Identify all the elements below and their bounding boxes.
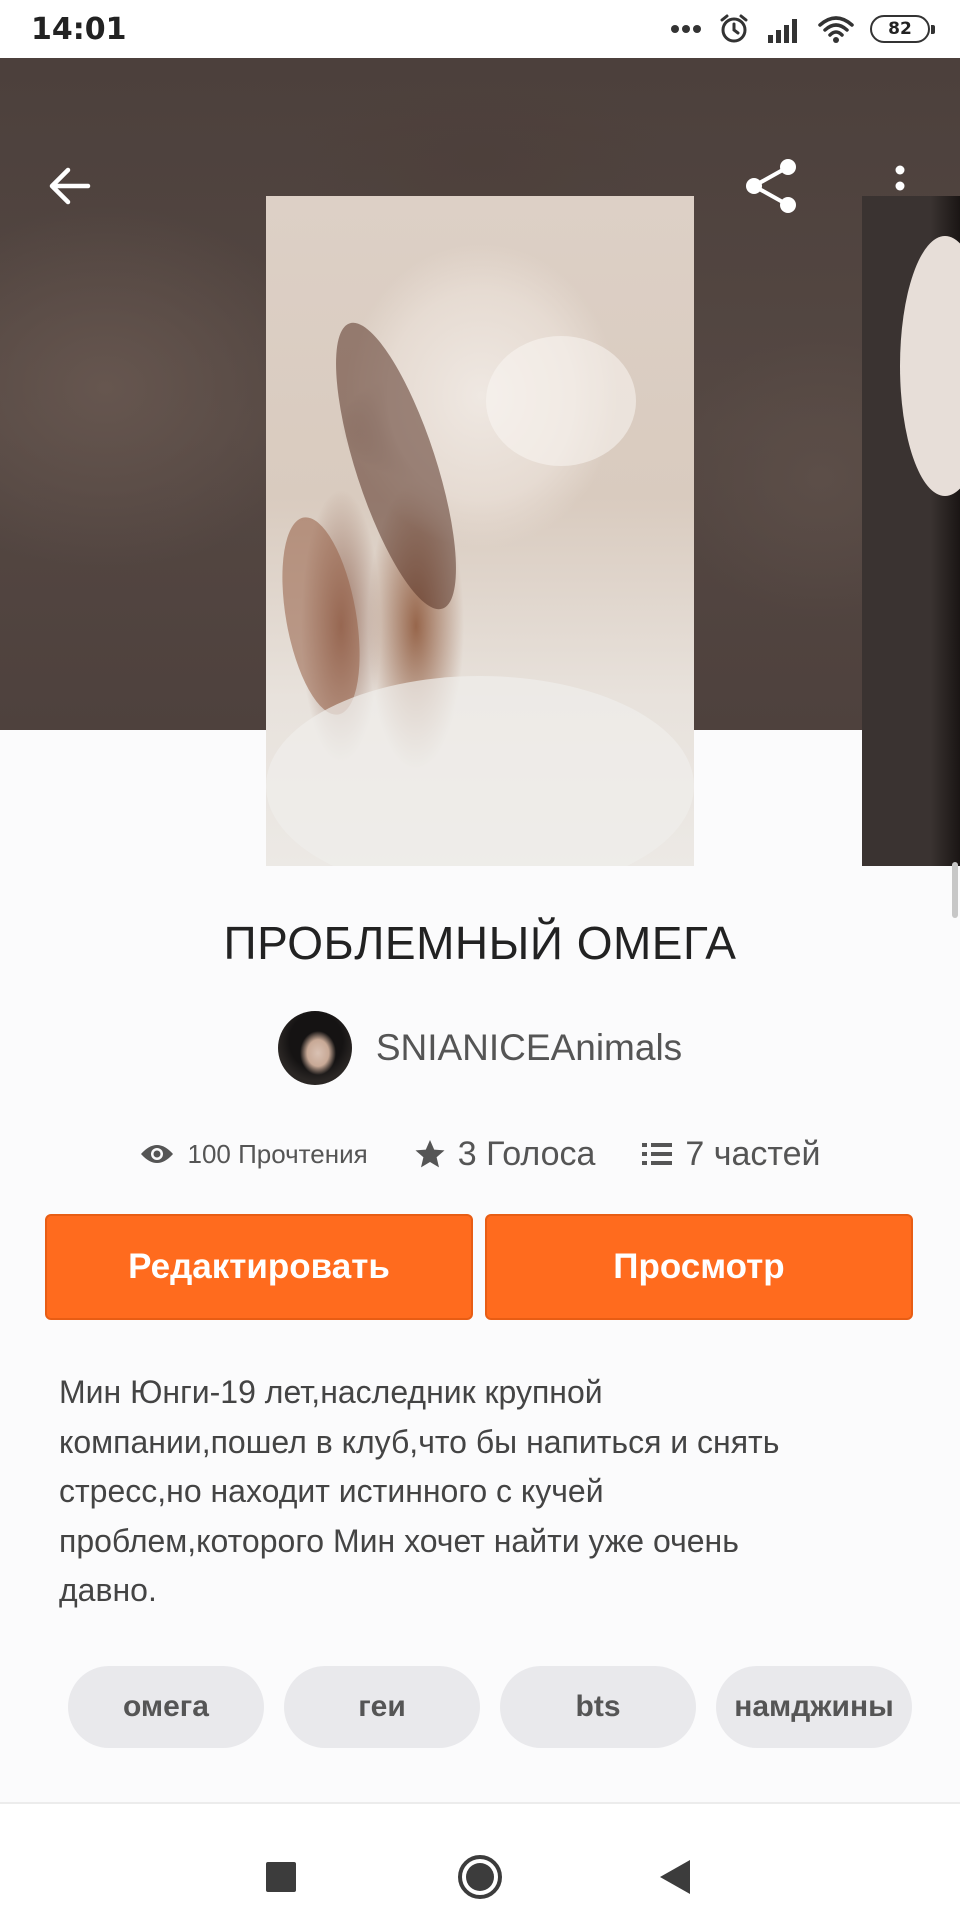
back-button[interactable] [42, 158, 98, 214]
tag-chip[interactable]: геи [284, 1666, 480, 1748]
star-icon [415, 1140, 445, 1168]
recent-apps-icon[interactable] [266, 1862, 296, 1892]
list-icon [642, 1143, 673, 1165]
tag-chip[interactable]: bts [500, 1666, 696, 1748]
cover-streak-left [269, 511, 373, 721]
cover-streak-right [486, 336, 636, 466]
parts-count[interactable]: 7 частей [685, 1135, 820, 1174]
story-stats: 100 Прочтения 3 Голоса 7 частей [0, 1128, 960, 1180]
tags-row: омега геи bts намджины [68, 1666, 920, 1748]
tag-chip[interactable]: омега [68, 1666, 264, 1748]
status-icons: 82 [670, 10, 935, 48]
author-name[interactable]: SNIANICEAnimals [376, 1027, 682, 1069]
edit-button[interactable]: Редактировать [45, 1214, 473, 1320]
signal-icon [766, 15, 802, 43]
parts-stat[interactable]: 7 частей [641, 1135, 821, 1174]
system-nav-bar [0, 1804, 960, 1920]
story-description: Мин Юнги-19 лет,наследник крупной компан… [59, 1374, 780, 1608]
reads-count: 100 Прочтения [187, 1138, 368, 1169]
status-bar: 14:01 82 [0, 0, 960, 58]
view-button[interactable]: Просмотр [485, 1214, 913, 1320]
votes-stat: 3 Голоса [414, 1134, 596, 1174]
author-row[interactable]: SNIANICEAnimals [0, 1010, 960, 1086]
tag-chip[interactable]: намджины [716, 1666, 912, 1748]
wifi-icon [818, 15, 854, 43]
eye-icon [141, 1145, 174, 1163]
dots-icon [670, 24, 702, 34]
battery-icon: 82 [870, 15, 935, 43]
back-icon[interactable] [660, 1860, 690, 1894]
author-avatar[interactable] [277, 1011, 352, 1085]
reads-stat: 100 Прочтения [139, 1138, 368, 1170]
alarm-icon [718, 13, 750, 45]
share-icon [746, 159, 796, 213]
scroll-indicator [952, 862, 958, 918]
home-icon[interactable] [458, 1855, 502, 1899]
share-button[interactable] [740, 154, 804, 218]
tags-scroller[interactable]: омега геи bts намджины [68, 1666, 920, 1748]
votes-count: 3 Голоса [457, 1134, 596, 1173]
story-cover-image[interactable] [266, 196, 694, 866]
back-arrow-icon [49, 167, 91, 205]
status-time: 14:01 [31, 12, 127, 47]
next-story-cover[interactable] [862, 196, 960, 866]
story-title: ПРОБЛЕМНЫЙ ОМЕГА [223, 917, 737, 969]
